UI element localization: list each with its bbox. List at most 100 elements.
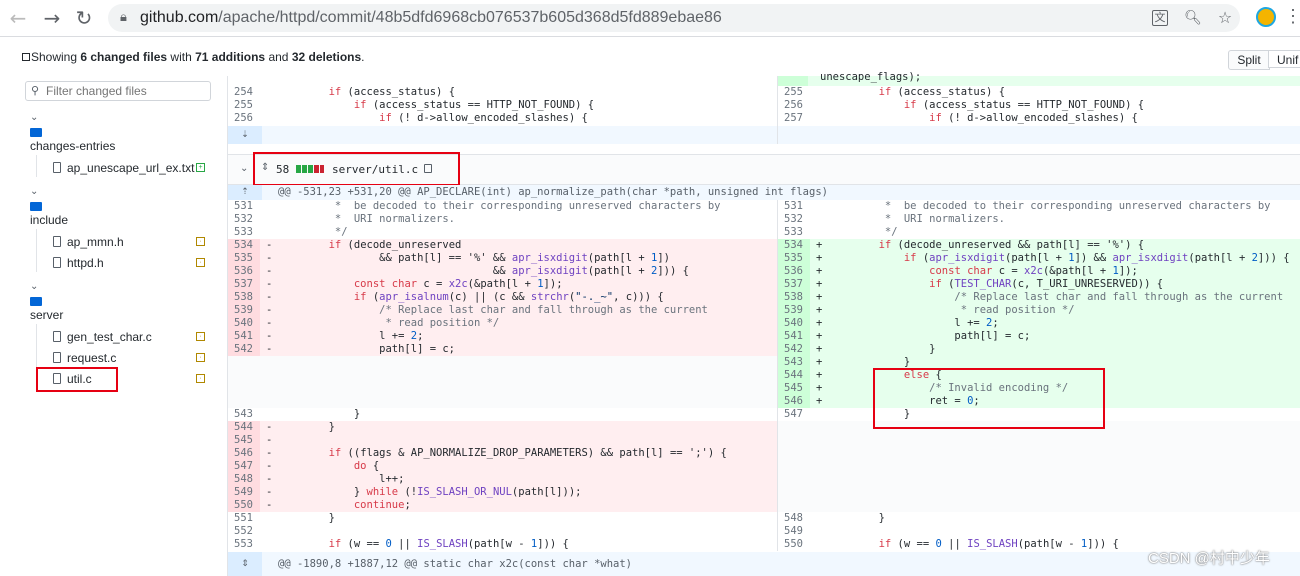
profile-avatar[interactable] [1256,7,1276,27]
line-number[interactable]: 533 [778,226,810,239]
sidebar-file-util-c[interactable]: util.c · [36,366,212,392]
reload-icon[interactable]: ↻ [72,6,96,30]
line-number[interactable]: 536 [228,265,260,278]
line-number[interactable] [228,356,260,369]
expand-both-icon[interactable]: ⇕ [228,552,262,576]
line-number[interactable]: 534 [778,239,810,252]
line-number[interactable] [778,434,810,447]
line-number[interactable]: 535 [778,252,810,265]
line-number[interactable]: 551 [228,512,260,525]
sidebar-file-request-c[interactable]: request.c · [36,345,212,368]
line-number[interactable] [778,499,810,512]
line-number[interactable]: 542 [228,343,260,356]
folder-chevron-icon[interactable]: ⌄ [30,281,38,292]
sidebar-file-ap-unescape-url-ex-txt[interactable]: ap_unescape_url_ex.txt + [36,155,212,178]
line-number[interactable]: 538 [778,291,810,304]
line-number[interactable]: 548 [778,512,810,525]
line-number[interactable]: 538 [228,291,260,304]
line-number[interactable] [778,447,810,460]
line-number[interactable]: 537 [228,278,260,291]
expand-up-icon[interactable]: ⇡ [228,185,262,200]
back-icon[interactable]: ← [6,6,30,30]
file-name[interactable]: httpd.h [67,256,104,270]
line-number[interactable]: 541 [228,330,260,343]
file-name[interactable]: request.c [67,351,116,365]
folder-chevron-icon[interactable]: ⌄ [30,186,38,197]
line-number[interactable]: 532 [778,213,810,226]
line-number[interactable]: 544 [228,421,260,434]
line-number[interactable]: 256 [778,99,810,112]
line-number[interactable]: 533 [228,226,260,239]
line-number[interactable] [228,395,260,408]
line-number[interactable]: 550 [778,538,810,551]
line-number[interactable]: 548 [228,473,260,486]
unified-view-button[interactable]: Unif [1268,50,1300,68]
line-number[interactable]: 550 [228,499,260,512]
line-number[interactable]: 539 [228,304,260,317]
folder-name[interactable]: include [30,213,68,227]
line-number[interactable]: 256 [228,112,260,125]
line-number[interactable]: 534 [228,239,260,252]
line-number[interactable]: 257 [778,112,810,125]
line-number[interactable]: 546 [778,395,810,408]
line-number[interactable]: 553 [228,538,260,551]
line-number[interactable]: 541 [778,330,810,343]
line-number[interactable] [778,421,810,434]
folder-chevron-icon[interactable]: ⌄ [30,112,38,123]
line-number[interactable]: 254 [228,86,260,99]
line-number[interactable]: 543 [228,408,260,421]
line-number[interactable] [228,369,260,382]
translate-icon[interactable]: 文 [1152,10,1168,26]
sidebar-file-gen-test-char-c[interactable]: gen_test_char.c · [36,324,212,347]
file-path[interactable]: server/util.c [332,163,418,176]
line-number[interactable]: 255 [228,99,260,112]
split-view-button[interactable]: Split [1228,50,1270,70]
folder-name[interactable]: server [30,308,63,322]
line-number[interactable]: 537 [778,278,810,291]
line-number[interactable] [228,382,260,395]
line-number[interactable]: 540 [228,317,260,330]
address-bar[interactable]: 🔒︎ github.com/apache/httpd/commit/48b5df… [108,4,1240,32]
sidebar-file-httpd-h[interactable]: httpd.h · [36,250,212,273]
line-number[interactable] [778,486,810,499]
forward-icon[interactable]: → [40,6,64,30]
sidebar-file-ap-mmn-h[interactable]: ap_mmn.h · [36,229,212,252]
line-number[interactable]: 547 [778,408,810,421]
star-icon[interactable]: ☆ [1216,9,1234,27]
line-number[interactable]: 542 [778,343,810,356]
line-number[interactable]: 531 [778,200,810,213]
line-number[interactable]: 540 [778,317,810,330]
copy-icon[interactable] [424,164,432,173]
folder-name[interactable]: changes-entries [30,139,115,153]
file-name[interactable]: ap_unescape_url_ex.txt [67,161,194,175]
line-number[interactable] [778,460,810,473]
line-number[interactable]: 549 [778,525,810,538]
url-text[interactable]: github.com/apache/httpd/commit/48b5dfd69… [140,8,722,28]
line-number[interactable]: 536 [778,265,810,278]
line-number[interactable]: 535 [228,252,260,265]
more-menu-icon[interactable]: ⋮ [1284,6,1300,27]
lock-icon[interactable]: 🔒︎ [120,10,127,25]
line-number[interactable]: 539 [778,304,810,317]
file-name[interactable]: gen_test_char.c [67,330,152,344]
line-number[interactable]: 255 [778,86,810,99]
collapse-chevron-icon[interactable]: ⌄ [240,163,248,174]
line-number[interactable]: 545 [228,434,260,447]
line-number[interactable]: 544 [778,369,810,382]
line-number[interactable]: 549 [228,486,260,499]
file-name[interactable]: ap_mmn.h [67,235,124,249]
filter-files-input[interactable] [46,83,206,99]
expand-down-icon[interactable]: ⇣ [228,126,262,144]
filter-files-field[interactable]: ⚲ [25,81,211,101]
line-number[interactable]: 543 [778,356,810,369]
line-number[interactable]: 547 [228,460,260,473]
expand-all-icon[interactable]: ⇕ [261,162,269,173]
line-number[interactable]: 545 [778,382,810,395]
zoom-icon[interactable]: 🔍︎ [1184,9,1202,27]
line-number[interactable]: 531 [228,200,260,213]
line-number[interactable] [778,473,810,486]
line-number[interactable]: 546 [228,447,260,460]
summary-changed-files[interactable]: 6 changed files [80,50,167,64]
line-number[interactable]: 552 [228,525,260,538]
line-number[interactable]: 532 [228,213,260,226]
